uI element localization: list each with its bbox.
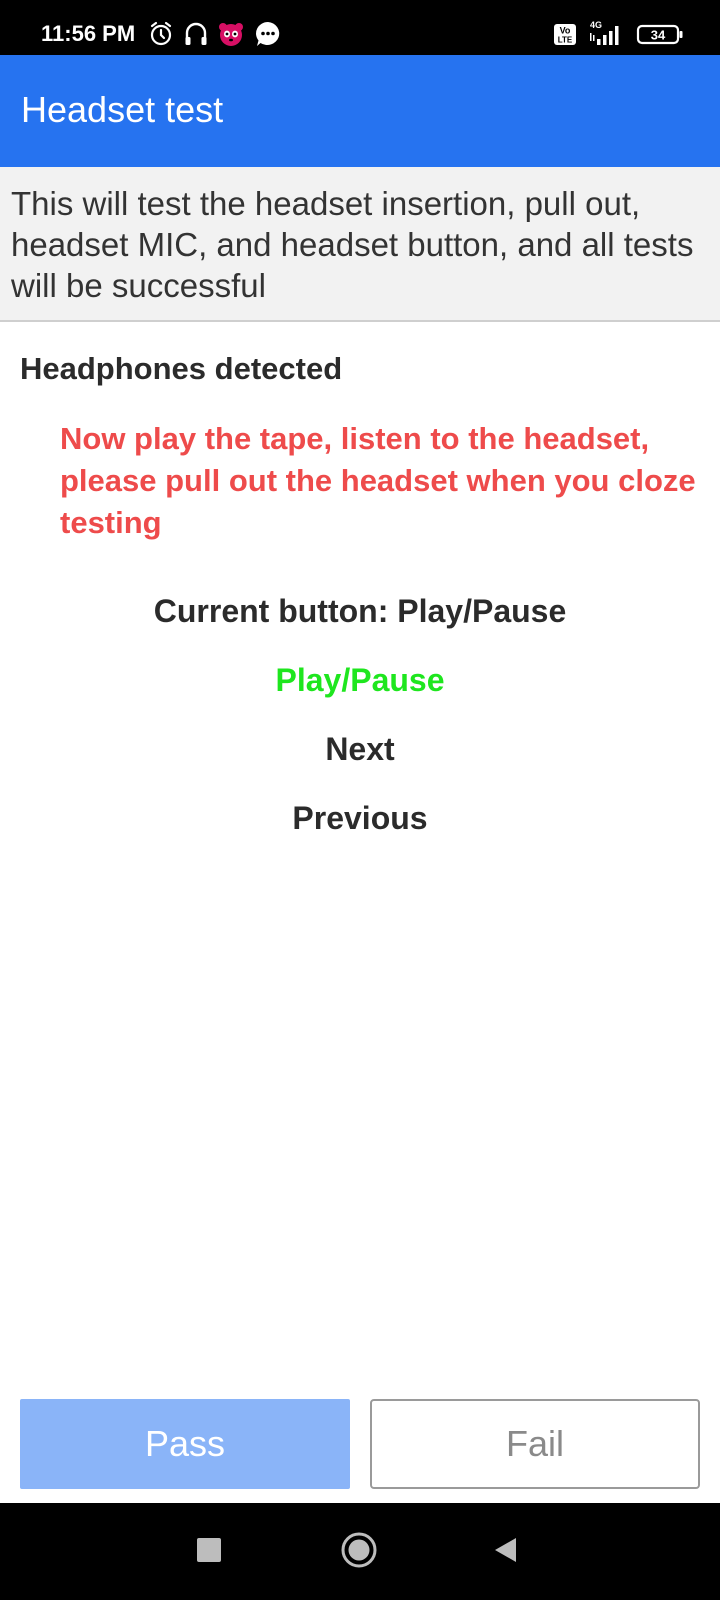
svg-text:LTE: LTE [558, 36, 573, 45]
svg-text:4G: 4G [590, 20, 602, 30]
fail-button[interactable]: Fail [370, 1399, 700, 1489]
app-bar: Headset test [0, 55, 720, 167]
detection-status: Headphones detected [20, 351, 343, 386]
navigation-bar [0, 1503, 720, 1600]
status-time: 11:56 PM [41, 21, 136, 46]
pass-button[interactable]: Pass [20, 1399, 350, 1489]
alarm-icon [150, 21, 172, 46]
instruction-text: Now play the tape, listen to the headset… [60, 421, 696, 540]
battery-icon: 34 [636, 24, 683, 45]
signal-icon: 4G [590, 20, 619, 45]
description-text: This will test the headset insertion, pu… [11, 185, 694, 304]
svg-text:34: 34 [651, 28, 666, 43]
play-pause-indicator: Play/Pause [275, 662, 445, 698]
next-indicator: Next [325, 731, 395, 767]
back-icon[interactable] [493, 1536, 519, 1564]
status-bar: 11:56 PM Vo LTE 4G 34 [0, 0, 720, 55]
volte-icon: Vo LTE [554, 24, 576, 45]
page-title: Headset test [21, 89, 224, 130]
recent-apps-icon[interactable] [196, 1537, 222, 1563]
description-panel: This will test the headset insertion, pu… [0, 167, 720, 322]
foodpanda-icon [219, 23, 243, 46]
svg-text:Vo: Vo [560, 26, 571, 36]
previous-indicator: Previous [292, 800, 428, 836]
current-button-label: Current button: Play/Pause [153, 593, 567, 629]
home-icon[interactable] [340, 1531, 378, 1569]
chat-icon [256, 22, 280, 46]
headset-icon [185, 22, 207, 45]
